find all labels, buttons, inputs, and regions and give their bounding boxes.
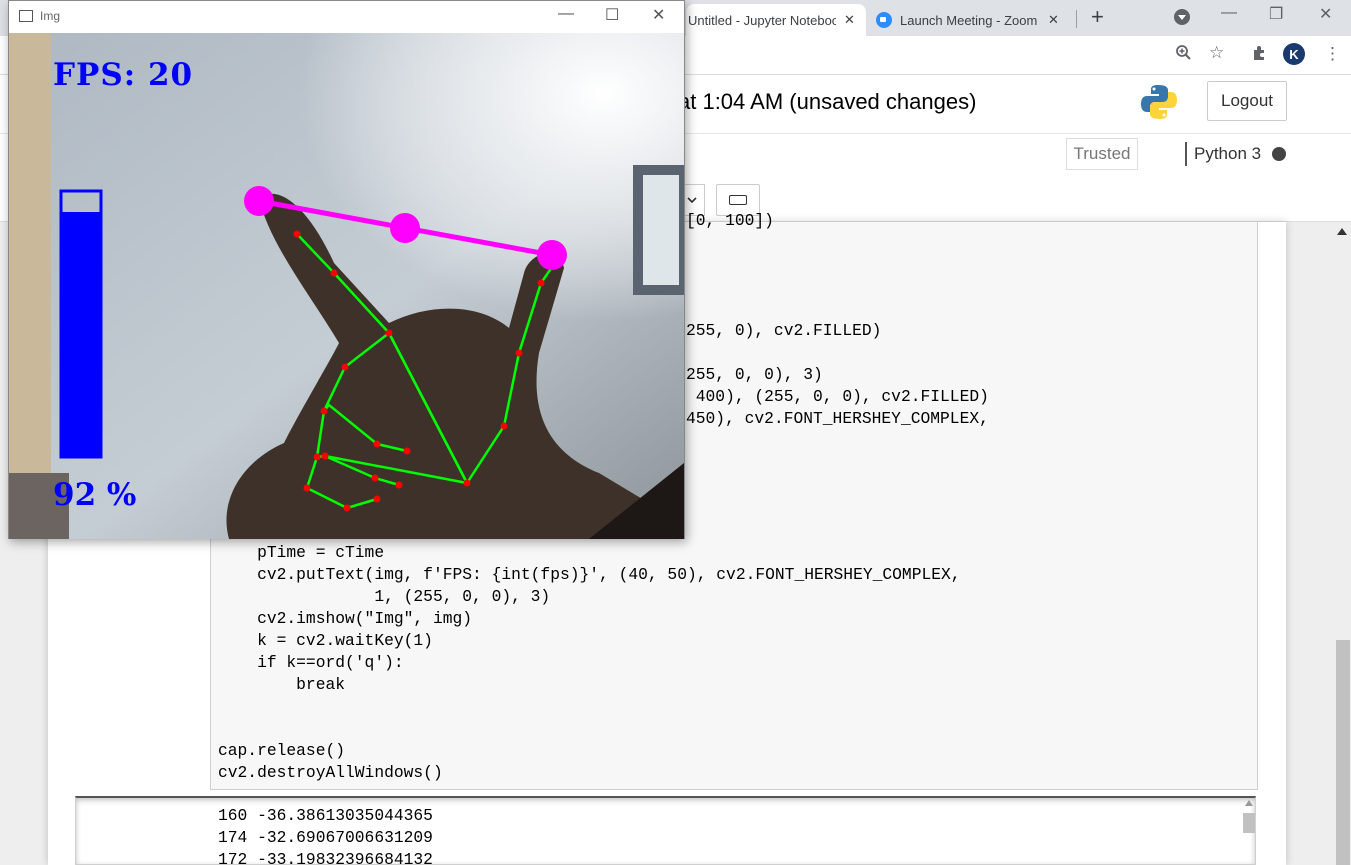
- output-scroll-up-icon[interactable]: [1245, 800, 1253, 806]
- volume-percent-label: 92 %: [53, 477, 137, 513]
- code-line: k = cv2.waitKey(1): [218, 631, 433, 650]
- restore-button[interactable]: ❐: [1269, 4, 1283, 24]
- kernel-name: Python 3: [1194, 144, 1262, 163]
- output-scrollbar-thumb[interactable]: [1243, 813, 1255, 833]
- hand-tracking-image: [9, 33, 684, 539]
- tab-jupyter-notebook[interactable]: Untitled - Jupyter Notebook ✕: [686, 4, 866, 36]
- img-window-titlebar[interactable]: Img — ☐ ✕: [9, 1, 684, 33]
- code-line: pTime = cTime: [218, 543, 385, 562]
- extensions-icon[interactable]: [1251, 44, 1268, 66]
- code-line: cv2.destroyAllWindows(): [218, 763, 443, 782]
- tab-label: Launch Meeting - Zoom: [900, 12, 1038, 28]
- page-scrollbar-thumb[interactable]: [1336, 640, 1350, 865]
- tab-label: Untitled - Jupyter Notebook: [688, 12, 836, 28]
- zoom-icon: [876, 12, 892, 28]
- close-icon[interactable]: ✕: [1048, 12, 1059, 28]
- save-status: at 1:04 AM (unsaved changes): [678, 89, 977, 114]
- output-line: 174 -32.69067006631209: [218, 828, 433, 847]
- opencv-img-window[interactable]: Img — ☐ ✕ FPS: 20 92 %: [8, 0, 685, 539]
- menu-icon[interactable]: ⋮: [1324, 44, 1341, 64]
- code-line: cap.release(): [218, 741, 346, 760]
- tab-zoom-meeting[interactable]: Launch Meeting - Zoom ✕: [872, 4, 1072, 36]
- kernel-status-indicator: [1272, 147, 1286, 161]
- minimize-button[interactable]: —: [558, 5, 574, 23]
- close-window-button[interactable]: ✕: [1319, 4, 1332, 24]
- page-scroll-up-icon[interactable]: [1337, 228, 1347, 235]
- code-line: if k==ord('q'):: [218, 653, 404, 672]
- code-line: cv2.imshow("Img", img): [218, 609, 473, 628]
- zoom-icon[interactable]: [1175, 44, 1192, 66]
- output-line: 172 -33.19832396684132: [218, 850, 433, 865]
- star-icon[interactable]: ☆: [1209, 43, 1224, 63]
- tab-separator: [1076, 10, 1077, 28]
- profile-avatar[interactable]: K: [1283, 43, 1305, 65]
- code-fragment: 450), cv2.FONT_HERSHEY_COMPLEX,: [686, 409, 989, 428]
- keyboard-icon: [729, 195, 747, 205]
- code-line: break: [218, 675, 346, 694]
- code-fragment: [0, 100]): [686, 211, 774, 230]
- close-icon[interactable]: ✕: [844, 12, 855, 28]
- app-icon: [19, 10, 33, 22]
- new-tab-button[interactable]: +: [1091, 4, 1104, 30]
- trusted-badge[interactable]: Trusted: [1066, 138, 1138, 170]
- cell-output-area[interactable]: 160 -36.38613035044365 174 -32.690670066…: [75, 796, 1256, 865]
- minimize-button[interactable]: —: [1221, 4, 1237, 22]
- tab-search-icon[interactable]: [1174, 9, 1190, 25]
- fps-label: FPS: 20: [53, 57, 194, 93]
- code-line: 1, (255, 0, 0), 3): [218, 587, 551, 606]
- code-fragment: 400), (255, 0, 0), cv2.FILLED): [686, 387, 989, 406]
- img-window-title: Img: [40, 9, 61, 23]
- code-fragment: 255, 0, 0), 3): [686, 365, 823, 384]
- logout-button[interactable]: Logout: [1207, 81, 1287, 121]
- code-fragment: 255, 0), cv2.FILLED): [686, 321, 882, 340]
- code-line: cv2.putText(img, f'FPS: {int(fps)}', (40…: [218, 565, 961, 584]
- close-window-button[interactable]: ✕: [652, 5, 665, 25]
- maximize-button[interactable]: ☐: [605, 5, 619, 25]
- kernel-divider: [1185, 142, 1187, 166]
- output-line: 160 -36.38613035044365: [218, 806, 433, 825]
- python-logo-icon: [1141, 85, 1177, 119]
- webcam-frame: FPS: 20 92 %: [9, 33, 684, 539]
